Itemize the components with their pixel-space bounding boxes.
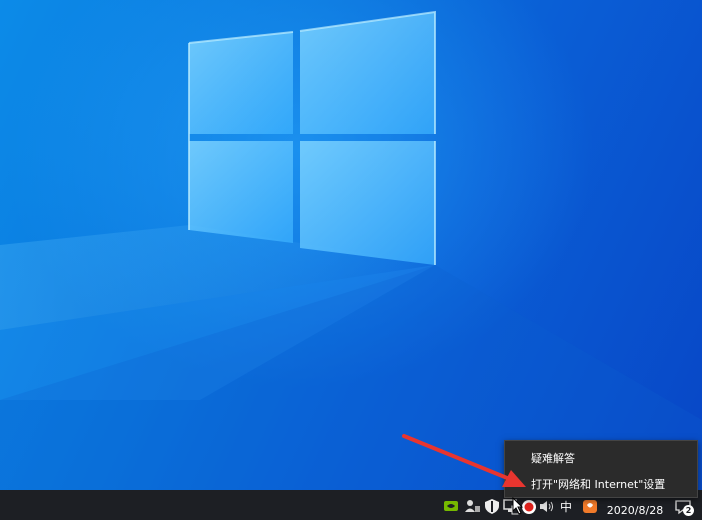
annotation-arrow — [402, 434, 526, 487]
mouse-cursor-icon — [512, 497, 524, 515]
